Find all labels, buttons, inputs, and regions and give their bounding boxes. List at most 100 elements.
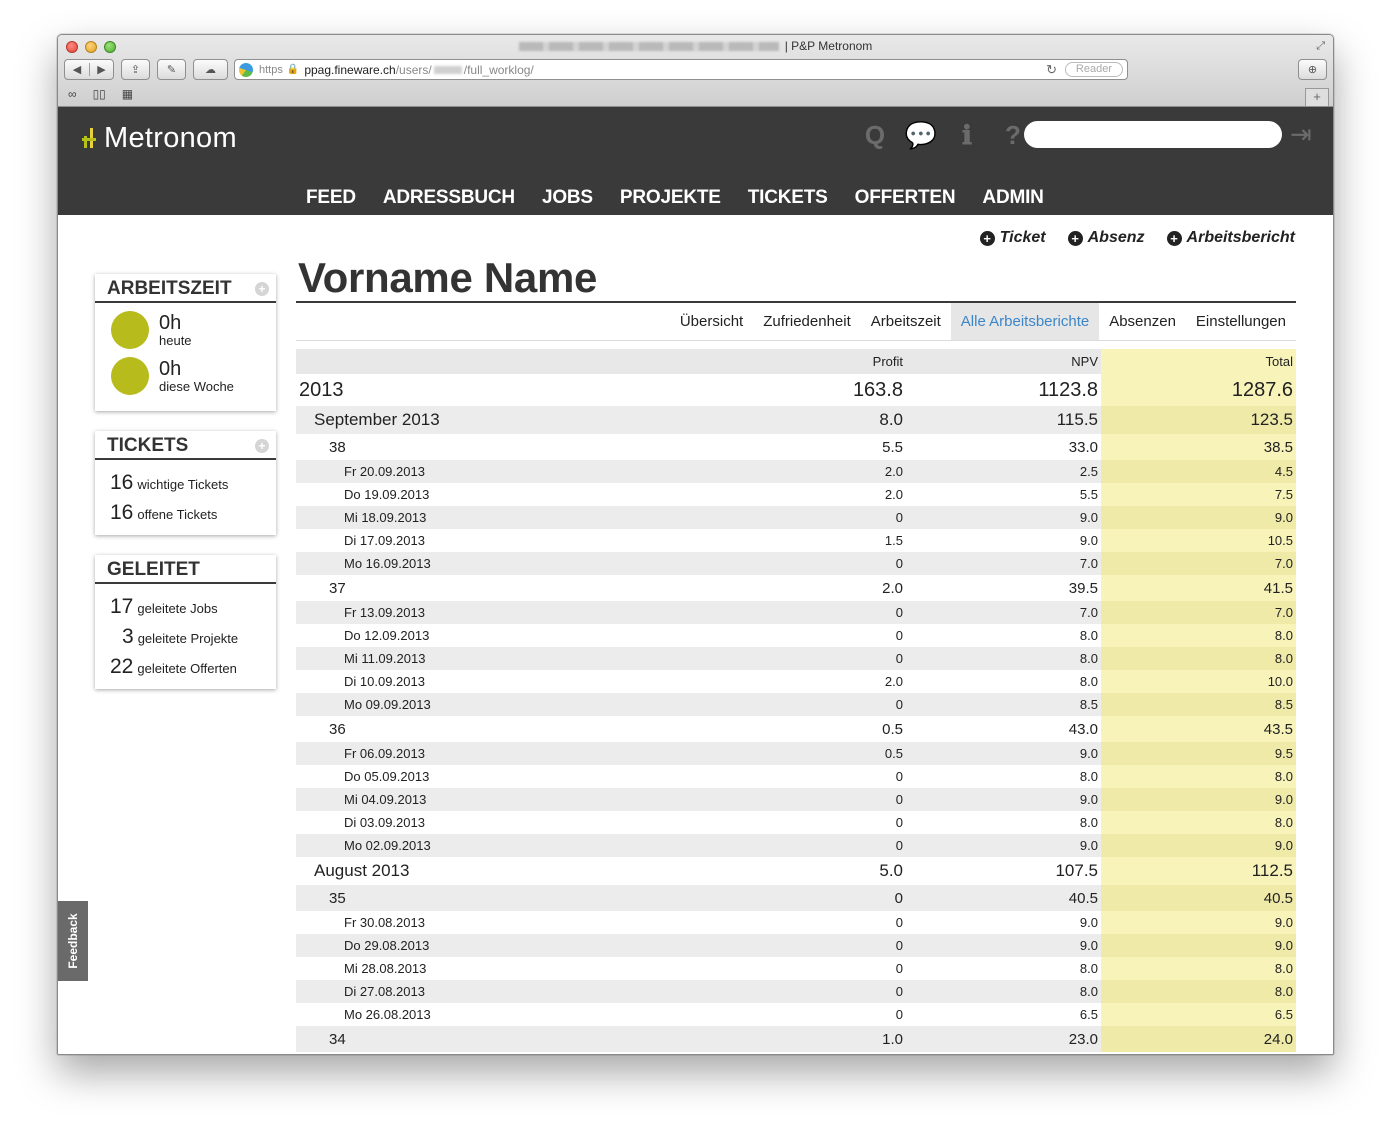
worklog-row-day[interactable]: Do 19.09.2013 2.0 5.5 7.5 bbox=[296, 483, 1296, 506]
worklog-row-day[interactable]: Mi 18.09.2013 0 9.0 9.0 bbox=[296, 506, 1296, 529]
worklog-cell-profit: 2.0 bbox=[706, 460, 906, 483]
worklog-row-day[interactable]: Mi 11.09.2013 0 8.0 8.0 bbox=[296, 647, 1296, 670]
downloads-button[interactable]: ⊕ bbox=[1298, 59, 1327, 80]
reload-icon[interactable]: ↻ bbox=[1046, 62, 1057, 78]
worklog-cell-total: 9.5 bbox=[1101, 742, 1296, 765]
tab-absenzen[interactable]: Absenzen bbox=[1099, 303, 1186, 340]
worklog-cell-total: 6.5 bbox=[1101, 1003, 1296, 1026]
header-search-input[interactable] bbox=[1024, 121, 1282, 148]
worklog-cell-profit: 163.8 bbox=[852, 378, 903, 401]
column-header-profit: Profit bbox=[706, 349, 906, 374]
worklog-row-day[interactable]: Mo 09.09.2013 0 8.5 8.5 bbox=[296, 693, 1296, 716]
worklog-row-day[interactable]: Di 03.09.2013 0 8.0 8.0 bbox=[296, 811, 1296, 834]
open-tickets-link[interactable]: 16 offene Tickets bbox=[110, 498, 276, 528]
fullscreen-icon[interactable]: ⤢ bbox=[1316, 40, 1325, 53]
worklog-cell-profit: 0 bbox=[706, 934, 906, 957]
worklog-row-day[interactable]: Di 10.09.2013 2.0 8.0 10.0 bbox=[296, 670, 1296, 693]
tab-uebersicht[interactable]: Übersicht bbox=[670, 303, 753, 340]
worklog-row-day[interactable]: Fr 06.09.2013 0.5 9.0 9.5 bbox=[296, 742, 1296, 765]
worklog-row-day[interactable]: Mi 04.09.2013 0 9.0 9.0 bbox=[296, 788, 1296, 811]
add-ticket-label: Ticket bbox=[999, 229, 1046, 246]
worklog-cell-npv: 33.0 bbox=[1068, 438, 1098, 456]
chat-icon[interactable]: 💬 bbox=[898, 119, 944, 151]
led-jobs-count: 17 bbox=[110, 595, 134, 618]
important-tickets-link[interactable]: 16 wichtige Tickets bbox=[110, 468, 276, 498]
search-icon[interactable]: Q bbox=[852, 119, 898, 151]
tools-button[interactable]: ✎ bbox=[157, 59, 186, 80]
cloud-icon: ☁ bbox=[205, 64, 216, 76]
worklog-cell-npv: 9.0 bbox=[1079, 915, 1098, 930]
nav-offerten[interactable]: OFFERTEN bbox=[855, 187, 956, 209]
led-offers-link[interactable]: 22 geleitete Offerten bbox=[110, 652, 276, 682]
add-ticket-button[interactable]: + Ticket bbox=[979, 229, 1046, 247]
time-today-label: heute bbox=[159, 332, 192, 348]
worklog-row-day[interactable]: Di 17.09.2013 1.5 9.0 10.5 bbox=[296, 529, 1296, 552]
worklog-cell-total: 123.5 bbox=[1101, 406, 1296, 434]
address-bar[interactable]: https 🔒 ppag.fineware.ch /users/ /full_w… bbox=[234, 59, 1128, 80]
worklog-row-day[interactable]: Mo 02.09.2013 0 9.0 9.0 bbox=[296, 834, 1296, 857]
worklog-header-row: Profit NPV Total bbox=[296, 349, 1296, 374]
led-projects-link[interactable]: 3 geleitete Projekte bbox=[110, 622, 276, 652]
tab-einstellungen[interactable]: Einstellungen bbox=[1186, 303, 1296, 340]
nav-adressbuch[interactable]: ADRESSBUCH bbox=[383, 187, 515, 209]
reading-list-icon[interactable]: ∞ bbox=[68, 87, 77, 101]
feedback-button[interactable]: Feedback bbox=[58, 901, 88, 981]
worklog-cell-profit: 0 bbox=[895, 815, 903, 830]
tab-alle-arbeitsberichte[interactable]: Alle Arbeitsberichte bbox=[950, 303, 1100, 340]
worklog-cell-total: 9.0 bbox=[1101, 834, 1296, 857]
worklog-cell-profit: 0 bbox=[706, 980, 906, 1003]
time-today: 0h heute bbox=[111, 311, 276, 349]
tab-zufriedenheit[interactable]: Zufriedenheit bbox=[753, 303, 861, 340]
worklog-row-day[interactable]: Fr 30.08.2013 0 9.0 9.0 bbox=[296, 911, 1296, 934]
worklog-row-day[interactable]: Mi 28.08.2013 0 8.0 8.0 bbox=[296, 957, 1296, 980]
worklog-row-day[interactable]: Fr 13.09.2013 0 7.0 7.0 bbox=[296, 601, 1296, 624]
url-host: ppag.fineware.ch bbox=[304, 62, 396, 77]
add-absenz-label: Absenz bbox=[1087, 229, 1145, 246]
worklog-cell-label: August 2013 bbox=[314, 861, 410, 880]
worklog-row-day[interactable]: Mo 16.09.2013 0 7.0 7.0 bbox=[296, 552, 1296, 575]
nav-projekte[interactable]: PROJEKTE bbox=[620, 187, 721, 209]
nav-feed[interactable]: FEED bbox=[306, 187, 356, 209]
worklog-row-day[interactable]: Do 05.09.2013 0 8.0 8.0 bbox=[296, 765, 1296, 788]
worklog-cell-npv: 43.0 bbox=[1068, 720, 1098, 738]
worklog-cell-profit: 5.5 bbox=[882, 438, 903, 456]
add-circle-icon[interactable]: + bbox=[255, 439, 269, 453]
worklog-cell-profit: 0 bbox=[895, 1007, 903, 1022]
nav-admin[interactable]: ADMIN bbox=[982, 187, 1043, 209]
worklog-row-day[interactable]: Do 12.09.2013 0 8.0 8.0 bbox=[296, 624, 1296, 647]
worklog-cell-label: Fr 30.08.2013 bbox=[344, 915, 425, 930]
worklog-cell-npv: 115.5 bbox=[906, 406, 1101, 434]
info-icon[interactable]: ℹ bbox=[944, 119, 990, 151]
tab-arbeitszeit[interactable]: Arbeitszeit bbox=[861, 303, 951, 340]
nav-tickets[interactable]: TICKETS bbox=[748, 187, 828, 209]
arbeitszeit-widget: ARBEITSZEIT + 0h heute 0h diese Woche bbox=[95, 274, 276, 411]
window-title: | P&P Metronom bbox=[58, 39, 1333, 53]
logout-icon[interactable]: ⇥ bbox=[1290, 119, 1312, 150]
led-jobs-link[interactable]: 17 geleitete Jobs bbox=[110, 592, 276, 622]
worklog-cell-total: 1287.6 bbox=[1101, 374, 1296, 406]
share-button[interactable]: ⇪ bbox=[121, 59, 150, 80]
worklog-row-day[interactable]: Fr 20.09.2013 2.0 2.5 4.5 bbox=[296, 460, 1296, 483]
nav-jobs[interactable]: JOBS bbox=[542, 187, 593, 209]
top-sites-icon[interactable]: ▦ bbox=[122, 87, 133, 101]
worklog-cell-npv: 1123.8 bbox=[1038, 378, 1098, 401]
add-arbeitsbericht-button[interactable]: + Arbeitsbericht bbox=[1166, 229, 1295, 247]
icloud-tabs-button[interactable]: ☁ bbox=[193, 59, 228, 80]
reader-button[interactable]: Reader bbox=[1064, 62, 1123, 77]
new-tab-button[interactable]: + bbox=[1305, 88, 1329, 106]
page-title: Vorname Name bbox=[298, 254, 598, 301]
worklog-cell-label: 34 bbox=[296, 1026, 706, 1052]
worklog-row-day[interactable]: Mo 26.08.2013 0 6.5 6.5 bbox=[296, 1003, 1296, 1026]
add-circle-icon[interactable]: + bbox=[255, 282, 269, 296]
add-absenz-button[interactable]: + Absenz bbox=[1067, 229, 1145, 247]
worklog-row-day[interactable]: Di 27.08.2013 0 8.0 8.0 bbox=[296, 980, 1296, 1003]
worklog-row-day[interactable]: Do 29.08.2013 0 9.0 9.0 bbox=[296, 934, 1296, 957]
forward-button[interactable]: ▶ bbox=[88, 63, 113, 76]
back-button[interactable]: ◀ bbox=[65, 63, 89, 76]
app-logo[interactable]: Metronom bbox=[82, 122, 237, 155]
worklog-row-week: 36 0.5 43.0 43.5 bbox=[296, 716, 1296, 742]
site-favicon-icon bbox=[239, 62, 253, 77]
logo-text: Metronom bbox=[104, 122, 237, 154]
bookmarks-icon[interactable]: ▯▯ bbox=[93, 87, 106, 101]
worklog-cell-label: 38 bbox=[329, 438, 346, 456]
